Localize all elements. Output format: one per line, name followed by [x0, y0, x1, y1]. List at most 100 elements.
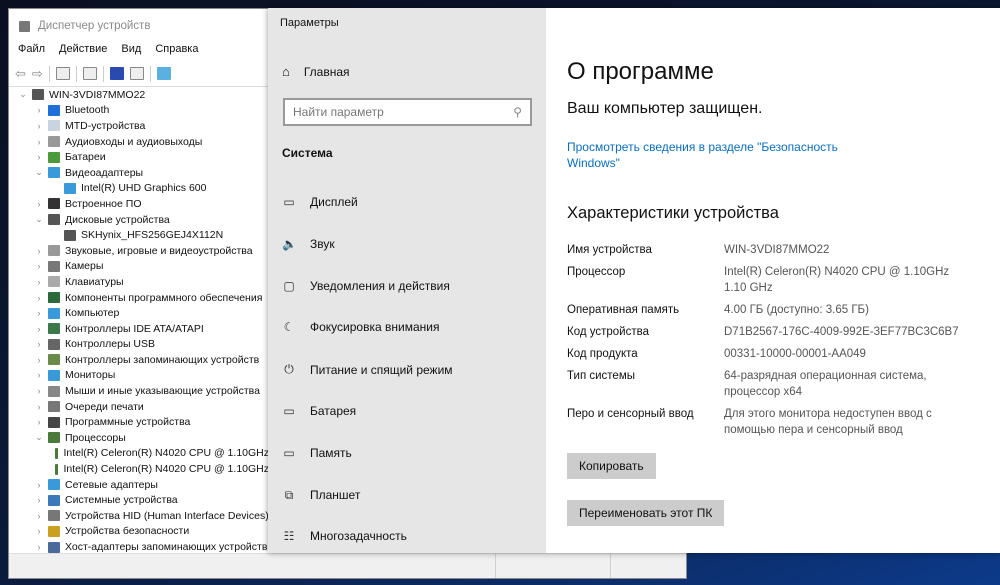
tree-item-label: Компоненты программного обеспечения — [65, 291, 263, 304]
tree-item[interactable]: › Системные устройства — [9, 492, 269, 508]
tree-item[interactable]: › Батареи — [9, 149, 269, 165]
security-link[interactable]: Просмотреть сведения в разделе "Безопасн… — [567, 139, 867, 171]
forward-icon[interactable]: ⇨ — [32, 66, 43, 82]
menu-view[interactable]: Вид — [121, 43, 141, 61]
nav-icon: ▭ — [283, 404, 295, 418]
nav-item[interactable]: 🔈 Звук — [282, 237, 335, 251]
tree-item[interactable]: › Мониторы — [9, 368, 269, 384]
chevron-right-icon[interactable]: › — [33, 542, 45, 552]
nav-home[interactable]: ⌂ Главная — [282, 64, 350, 79]
nav-icon: ⏻ — [284, 362, 294, 377]
device-icon — [48, 167, 60, 179]
show-hide-tree-icon[interactable] — [55, 67, 70, 80]
tree-item[interactable]: › Контроллеры IDE ATA/ATAPI — [9, 321, 269, 337]
scan-hardware-icon[interactable] — [156, 67, 171, 80]
action-pane-icon[interactable] — [129, 67, 144, 80]
menu-file[interactable]: Файл — [18, 43, 45, 61]
nav-item[interactable]: ▭ Дисплей — [282, 195, 357, 209]
tree-item[interactable]: › Сетевые адаптеры — [9, 477, 269, 493]
tree-item-label: Intel(R) Celeron(R) N4020 CPU @ 1.10GHz — [63, 463, 269, 476]
chevron-right-icon[interactable]: › — [33, 137, 45, 147]
chevron-down-icon[interactable]: ⌄ — [33, 432, 45, 443]
nav-item[interactable]: ▢ Уведомления и действия — [282, 279, 450, 293]
device-icon — [48, 432, 60, 444]
chevron-right-icon[interactable]: › — [33, 152, 45, 162]
rename-pc-button[interactable]: Переименовать этот ПК — [567, 500, 725, 526]
device-icon — [48, 541, 60, 553]
chevron-right-icon[interactable]: › — [33, 495, 45, 505]
tree-item[interactable]: › Мыши и иные указывающие устройства — [9, 383, 269, 399]
tree-item[interactable]: SKHynix_HFS256GEJ4X112N — [9, 227, 269, 243]
chevron-right-icon[interactable]: › — [33, 386, 45, 396]
tree-item[interactable]: › Встроенное ПО — [9, 196, 269, 212]
chevron-right-icon[interactable]: › — [33, 121, 45, 131]
nav-icon: ☾ — [283, 320, 295, 335]
copy-button[interactable]: Копировать — [567, 453, 656, 479]
chevron-right-icon[interactable]: › — [33, 199, 45, 209]
chevron-down-icon[interactable]: ⌄ — [33, 167, 45, 178]
chevron-right-icon[interactable]: › — [33, 293, 45, 303]
tree-item[interactable]: › Звуковые, игровые и видеоустройства — [9, 243, 269, 259]
nav-item[interactable]: ☾ Фокусировка внимания — [282, 320, 440, 335]
chevron-right-icon[interactable]: › — [33, 324, 45, 334]
tree-item-label: Bluetooth — [65, 104, 110, 117]
spec-value: Для этого монитора недоступен ввод с пом… — [724, 408, 932, 436]
chevron-right-icon[interactable]: › — [33, 480, 45, 490]
chevron-down-icon[interactable]: ⌄ — [33, 214, 45, 225]
tree-item[interactable]: › Устройства безопасности — [9, 524, 269, 540]
settings-search-input[interactable]: Найти параметр ⚲ — [283, 98, 532, 126]
tree-item[interactable]: › Контроллеры USB — [9, 337, 269, 353]
tree-item-label: Программные устройства — [65, 416, 191, 429]
tree-item[interactable]: › Камеры — [9, 259, 269, 275]
home-icon: ⌂ — [282, 64, 290, 79]
tree-item[interactable]: › Очереди печати — [9, 399, 269, 415]
nav-item[interactable]: ⏻ Питание и спящий режим — [282, 362, 452, 377]
tree-item-label: Процессоры — [65, 431, 126, 444]
menu-help[interactable]: Справка — [155, 43, 198, 61]
spec-row: Тип системы 64-разрядная операционная сис… — [567, 368, 964, 400]
chevron-right-icon[interactable]: › — [33, 105, 45, 115]
menu-action[interactable]: Действие — [59, 43, 107, 61]
tree-item[interactable]: › Компьютер — [9, 305, 269, 321]
tree-item[interactable]: › Клавиатуры — [9, 274, 269, 290]
tree-item-label: Звуковые, игровые и видеоустройства — [65, 244, 253, 257]
nav-item[interactable]: ⧉ Планшет — [282, 488, 361, 503]
chevron-right-icon[interactable]: › — [33, 308, 45, 318]
tree-item[interactable]: Intel(R) Celeron(R) N4020 CPU @ 1.10GHz — [9, 446, 269, 462]
tree-item[interactable]: › Bluetooth — [9, 103, 269, 119]
chevron-right-icon[interactable]: › — [33, 526, 45, 536]
tree-item[interactable]: Intel(R) Celeron(R) N4020 CPU @ 1.10GHz — [9, 461, 269, 477]
nav-item[interactable]: ☷ Многозадачность — [282, 529, 407, 543]
chevron-right-icon[interactable]: › — [33, 277, 45, 287]
chevron-right-icon[interactable]: › — [33, 355, 45, 365]
tree-item[interactable]: ⌄ Процессоры — [9, 430, 269, 446]
properties-icon[interactable] — [82, 67, 97, 80]
home-label: Главная — [303, 64, 350, 79]
tree-item[interactable]: ⌄ Дисковые устройства — [9, 212, 269, 228]
chevron-right-icon[interactable]: › — [33, 339, 45, 349]
device-icon — [48, 401, 60, 413]
nav-item[interactable]: ▭ Память — [282, 446, 351, 460]
back-icon[interactable]: ⇦ — [15, 66, 26, 82]
tree-item[interactable]: › Контроллеры запоминающих устройств — [9, 352, 269, 368]
chevron-right-icon[interactable]: › — [33, 417, 45, 427]
help-icon[interactable] — [109, 67, 124, 80]
tree-item[interactable]: › Программные устройства — [9, 414, 269, 430]
tree-item[interactable]: Intel(R) UHD Graphics 600 — [9, 181, 269, 197]
chevron-right-icon[interactable]: › — [33, 402, 45, 412]
chevron-down-icon[interactable]: ⌄ — [17, 89, 29, 100]
settings-title: Параметры — [280, 17, 339, 29]
chevron-right-icon[interactable]: › — [33, 261, 45, 271]
tree-item[interactable]: ⌄ WIN-3VDI87MMO22 — [9, 87, 269, 103]
nav-item[interactable]: ▭ Батарея — [282, 404, 356, 418]
tree-item[interactable]: › Компоненты программного обеспечения — [9, 290, 269, 306]
chevron-right-icon[interactable]: › — [33, 370, 45, 380]
tree-item[interactable]: › Аудиовходы и аудиовыходы — [9, 134, 269, 150]
tree-item-label: Контроллеры запоминающих устройств — [65, 353, 260, 366]
chevron-right-icon[interactable]: › — [33, 511, 45, 521]
tree-item[interactable]: ⌄ Видеоадаптеры — [9, 165, 269, 181]
tree-item[interactable]: › Устройства HID (Human Interface Devices… — [9, 508, 269, 524]
device-icon — [48, 151, 60, 163]
tree-item[interactable]: › MTD-устройства — [9, 118, 269, 134]
chevron-right-icon[interactable]: › — [33, 246, 45, 256]
